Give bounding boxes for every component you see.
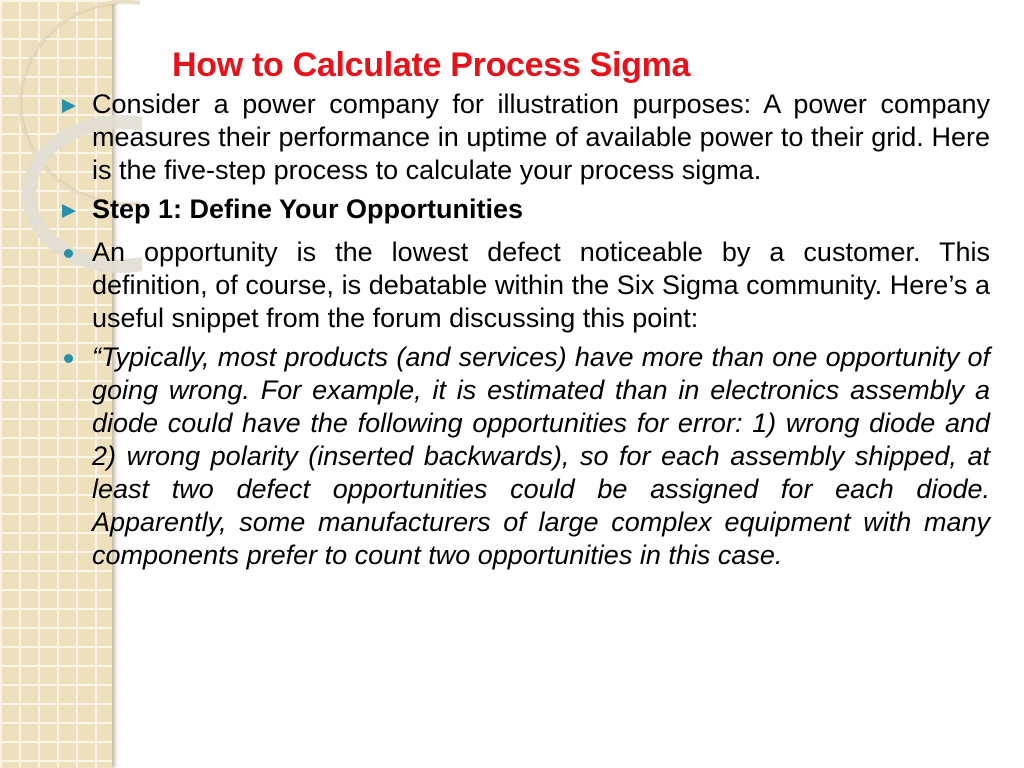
arrow-bullet-icon xyxy=(62,204,76,218)
bullet-text: Consider a power company for illustratio… xyxy=(92,89,990,185)
bullet-quote: “Typically, most products (and services)… xyxy=(60,341,990,572)
bullet-step-heading: Step 1: Define Your Opportunities xyxy=(60,193,990,226)
bullet-intro: Consider a power company for illustratio… xyxy=(60,88,990,187)
dot-bullet-icon xyxy=(64,354,73,363)
bullet-definition: An opportunity is the lowest defect noti… xyxy=(60,236,990,335)
step-heading: Step 1: Define Your Opportunities xyxy=(92,194,524,224)
dot-bullet-icon xyxy=(64,249,73,258)
slide-body: Consider a power company for illustratio… xyxy=(60,88,990,572)
bullet-text: An opportunity is the lowest defect noti… xyxy=(92,237,990,333)
arrow-bullet-icon xyxy=(62,99,76,113)
slide-title: How to Calculate Process Sigma xyxy=(172,46,691,84)
quote-text: “Typically, most products (and services)… xyxy=(92,342,990,570)
